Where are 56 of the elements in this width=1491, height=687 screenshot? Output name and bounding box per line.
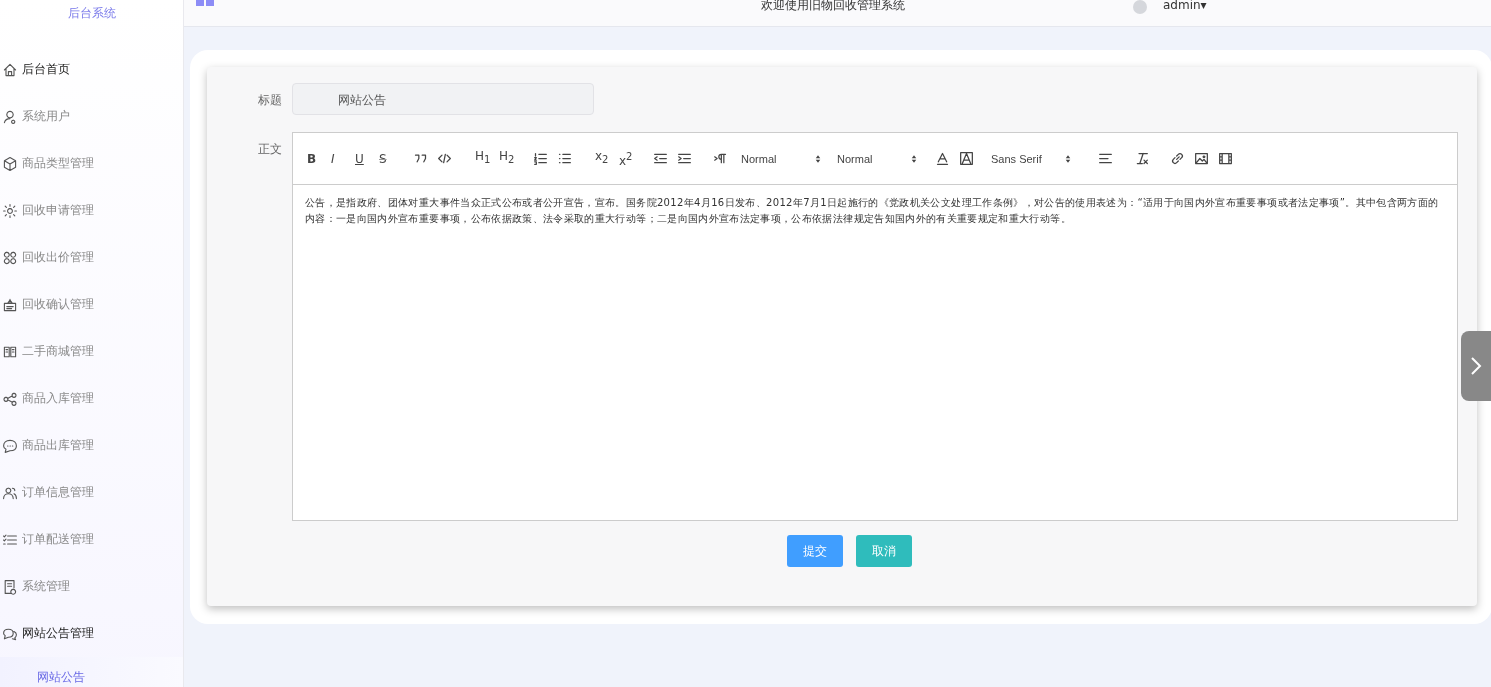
align-icon[interactable] (1098, 151, 1113, 166)
image-icon[interactable] (1194, 151, 1209, 166)
format-button[interactable]: H$_{1}$ (473, 148, 493, 169)
signboard-icon (2, 296, 18, 313)
font-color-icon[interactable] (935, 151, 950, 166)
field-label: 标题 (257, 92, 283, 109)
chat-icon (2, 437, 18, 454)
code-icon[interactable] (437, 151, 452, 166)
indent-icon[interactable] (677, 151, 692, 166)
menu-item[interactable]: 回收出价管理 (0, 234, 183, 281)
chevron-right-icon (1470, 356, 1482, 376)
format-button[interactable]: x$_{2}$ (593, 148, 611, 169)
format-picker[interactable]: Sans Serif (991, 152, 1071, 165)
home-icon (2, 61, 18, 78)
format-button[interactable]: H$_{2}$ (497, 148, 517, 169)
ordered-list-icon[interactable] (533, 151, 548, 166)
cube-icon (2, 155, 18, 172)
sort-arrows-icon (1065, 153, 1071, 164)
link-icon[interactable] (1170, 151, 1185, 166)
highlight-icon[interactable] (959, 151, 974, 166)
menu-item[interactable]: 订单信息管理 (0, 469, 183, 516)
sort-arrows-icon (911, 153, 917, 164)
user-menu[interactable]: admin▾ (1163, 0, 1207, 10)
menu-item[interactable]: 商品入库管理 (0, 375, 183, 422)
format-picker[interactable]: Normal (837, 152, 917, 165)
video-icon[interactable] (1218, 151, 1233, 166)
editor-text: 公告，是指政府、团体对重大事件当众正式公布或者公开宣告，宣布。国务院2012年4月16日发布、2012年7月1日起施行的《党政机关公文处理工作条例》，对公告的使用表述为：“适用于向国内外宣布重要事项或者法定事项”。其中包含两方面的内容：一是向国内外宣布重要事项，公布依据政策、法令采取的重大行动等；二是向国内外宣布法定事项，公布依据法律规定告知国内外的有关重要规定和重大行动等。 (304, 196, 1440, 226)
menu-item[interactable]: 订单配送管理 (0, 516, 183, 563)
format-button[interactable]: U (353, 150, 366, 167)
menu-item[interactable]: 商品类型管理 (0, 140, 183, 187)
format-picker[interactable]: Normal (741, 152, 821, 165)
menu-item[interactable]: 后台首页 (0, 46, 183, 93)
paragraph-direction-icon[interactable] (713, 151, 728, 166)
format-button[interactable]: I (329, 150, 337, 167)
user-gear-icon (2, 108, 18, 125)
clear-format-icon[interactable] (1134, 151, 1149, 166)
menu-item[interactable]: 网站公告管理 (0, 610, 183, 657)
menu-item[interactable]: 系统用户 (0, 93, 183, 140)
next-button[interactable] (1461, 331, 1491, 401)
title-field[interactable]: 网站公告 (292, 83, 594, 115)
menu-item[interactable]: 系统管理 (0, 563, 183, 610)
menu-item[interactable]: 商品出库管理 (0, 422, 183, 469)
format-button[interactable]: x$^{2}$ (617, 148, 635, 169)
app-title: 后台系统 (66, 5, 117, 22)
field-label: 正文 (257, 141, 283, 158)
sort-arrows-icon (815, 153, 821, 164)
menu-item[interactable]: 二手商城管理 (0, 328, 183, 375)
outdent-icon[interactable] (653, 151, 668, 166)
submenu-item[interactable]: 网站公告 (0, 657, 183, 687)
grid-icon (2, 249, 18, 266)
document-icon (2, 578, 18, 595)
menu-item[interactable]: 回收申请管理 (0, 187, 183, 234)
format-button[interactable]: B (305, 150, 319, 167)
bullet-list-icon[interactable] (557, 151, 572, 166)
share-icon (2, 390, 18, 407)
menu-item[interactable]: 回收确认管理 (0, 281, 183, 328)
